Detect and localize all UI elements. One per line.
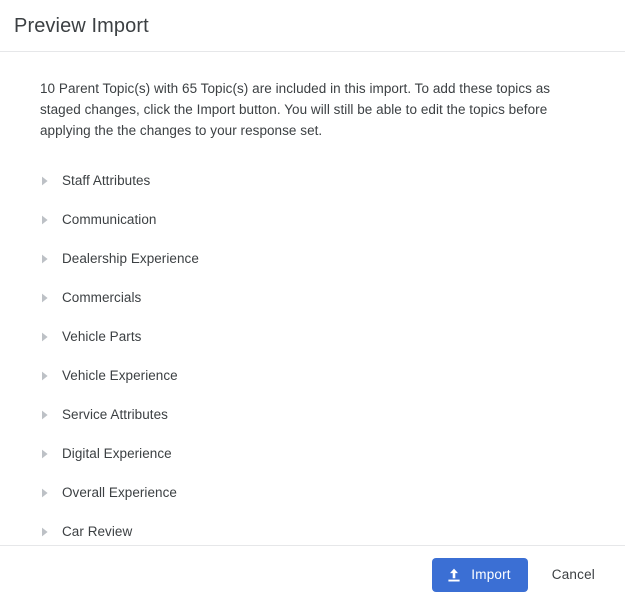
topic-label: Service Attributes (62, 406, 168, 424)
topic-label: Communication (62, 211, 156, 229)
topic-label: Staff Attributes (62, 172, 150, 190)
caret-right-icon[interactable] (40, 328, 58, 346)
import-button-label: Import (471, 567, 510, 582)
topic-tree-item[interactable]: Staff Attributes (40, 161, 585, 200)
page-title: Preview Import (14, 13, 149, 39)
topic-tree-item[interactable]: Service Attributes (40, 395, 585, 434)
caret-right-icon[interactable] (40, 211, 58, 229)
topic-tree-item[interactable]: Dealership Experience (40, 239, 585, 278)
preview-import-dialog: Preview Import 10 Parent Topic(s) with 6… (0, 0, 625, 603)
topic-tree-item[interactable]: Commercials (40, 278, 585, 317)
topic-tree: Staff Attributes Communication Dealership … (40, 161, 585, 545)
caret-right-icon[interactable] (40, 172, 58, 190)
upload-icon (446, 567, 462, 583)
topic-tree-item[interactable]: Vehicle Parts (40, 317, 585, 356)
caret-right-icon[interactable] (40, 445, 58, 463)
cancel-button[interactable]: Cancel (540, 558, 607, 592)
caret-right-icon[interactable] (40, 367, 58, 385)
topic-tree-item[interactable]: Digital Experience (40, 434, 585, 473)
topic-tree-item[interactable]: Car Review (40, 512, 585, 545)
caret-right-icon[interactable] (40, 484, 58, 502)
cancel-button-label: Cancel (552, 567, 595, 582)
topic-label: Vehicle Parts (62, 328, 141, 346)
topic-label: Car Review (62, 523, 132, 541)
caret-right-icon[interactable] (40, 406, 58, 424)
import-button[interactable]: Import (432, 558, 527, 592)
topic-tree-item[interactable]: Overall Experience (40, 473, 585, 512)
dialog-body: 10 Parent Topic(s) with 65 Topic(s) are … (0, 52, 625, 545)
caret-right-icon[interactable] (40, 250, 58, 268)
topic-tree-item[interactable]: Communication (40, 200, 585, 239)
topic-label: Dealership Experience (62, 250, 199, 268)
topic-label: Vehicle Experience (62, 367, 178, 385)
topic-label: Commercials (62, 289, 141, 307)
topic-label: Digital Experience (62, 445, 172, 463)
caret-right-icon[interactable] (40, 289, 58, 307)
topic-label: Overall Experience (62, 484, 177, 502)
import-description: 10 Parent Topic(s) with 65 Topic(s) are … (40, 78, 555, 141)
dialog-footer: Import Cancel (0, 545, 625, 603)
topic-tree-item[interactable]: Vehicle Experience (40, 356, 585, 395)
dialog-header: Preview Import (0, 0, 625, 52)
caret-right-icon[interactable] (40, 523, 58, 541)
